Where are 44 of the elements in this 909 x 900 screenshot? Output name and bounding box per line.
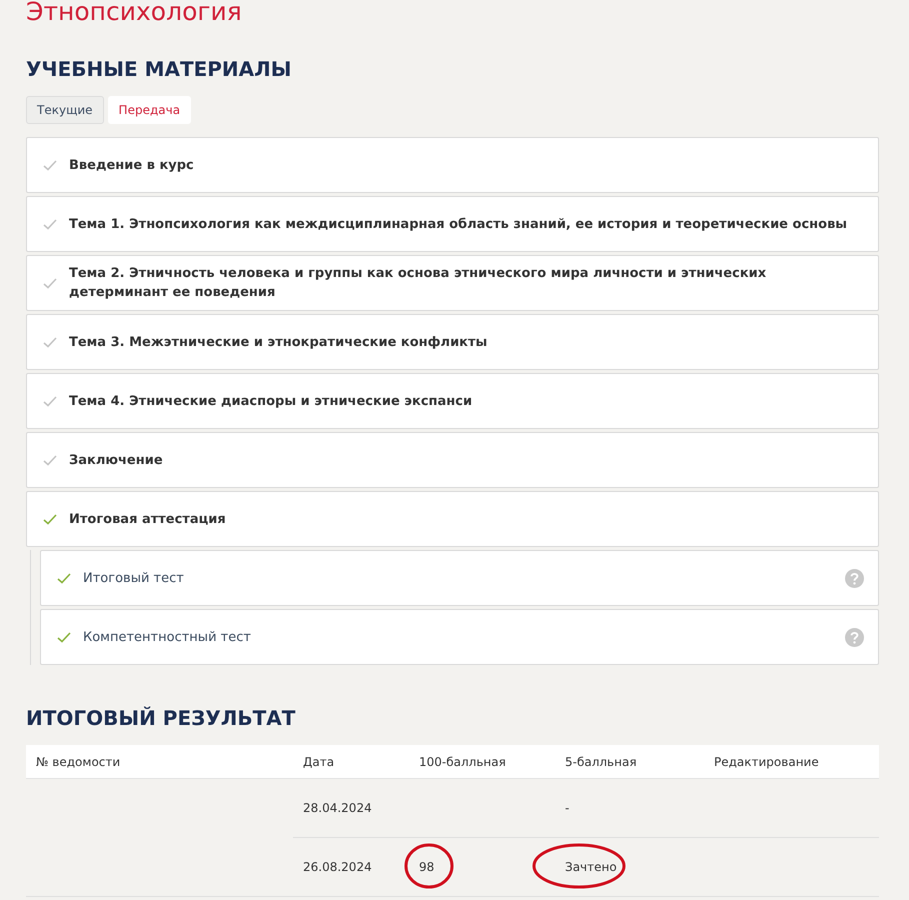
- check-icon: [43, 514, 57, 524]
- item-title: Компетентностный тест: [83, 628, 252, 646]
- check-icon: [43, 218, 57, 230]
- check-icon: [43, 160, 57, 170]
- check-icon: [43, 454, 57, 466]
- topic-item[interactable]: Тема 2. Этничность человека и группы как основа этнического мира личности и этнических детерминант ее поведения: [26, 255, 879, 311]
- tab[interactable]: Передача: [108, 96, 192, 124]
- topic-item[interactable]: Тема 1. Этнопсихология как междисциплинарная область знаний, ее история и теоретические основы: [26, 196, 879, 252]
- section-heading: ИТОГОВЫЙ РЕЗУЛЬТАТ: [26, 705, 296, 731]
- help-icon[interactable]: [845, 628, 864, 646]
- column-header: Редактирование: [714, 754, 819, 768]
- check-icon: [43, 336, 57, 348]
- check-icon: [43, 396, 57, 406]
- table-cell: 98: [419, 860, 434, 874]
- topic-item[interactable]: Заключение: [26, 432, 879, 488]
- topic-item[interactable]: Введение в курс: [26, 137, 879, 193]
- item-title: Итоговая аттестация: [69, 510, 227, 528]
- topic-item[interactable]: Тема 3. Межэтнические и этнократические конфликты: [26, 314, 879, 370]
- item-title: Тема 3. Межэтнические и этнократические конфликты: [69, 334, 488, 352]
- topic-item[interactable]: Итоговая аттестация: [26, 491, 879, 547]
- course-title: Этнопсихология: [26, 0, 243, 26]
- item-title: Тема 1. Этнопсихология как междисциплинарная область знаний, ее история и теоретические основы: [69, 216, 848, 234]
- table-cell: -: [565, 801, 570, 815]
- column-header: 100-балльная: [419, 754, 506, 768]
- section-heading: УЧЕБНЫЕ МАТЕРИАЛЫ: [26, 56, 292, 82]
- tab[interactable]: Текущие: [26, 96, 104, 124]
- column-header: 5-балльная: [565, 754, 637, 768]
- item-title: Заключение: [69, 452, 164, 470]
- topic-item[interactable]: Тема 4. Этнические диаспоры и этнические экспанси: [26, 373, 879, 429]
- check-icon: [57, 632, 71, 642]
- column-header: № ведомости: [36, 754, 120, 768]
- check-icon: [57, 572, 71, 584]
- table-cell: Зачтено: [565, 860, 617, 874]
- test-item[interactable]: Компетентностный тест: [40, 609, 879, 665]
- check-icon: [43, 278, 57, 288]
- item-title: Итоговый тест: [83, 570, 185, 588]
- table-cell: 28.04.2024: [303, 801, 372, 815]
- table-cell: 26.08.2024: [303, 860, 372, 874]
- item-title: Тема 4. Этнические диаспоры и этнические экспанси: [69, 392, 474, 410]
- column-header: Дата: [303, 754, 334, 768]
- test-item[interactable]: Итоговый тест: [40, 550, 879, 606]
- help-icon[interactable]: [845, 568, 864, 588]
- item-title: Введение в курс: [69, 156, 195, 174]
- item-title: Тема 2. Этничность человека и группы как основа этнического мира личности и этнических детерминант ее поведения: [69, 265, 768, 302]
